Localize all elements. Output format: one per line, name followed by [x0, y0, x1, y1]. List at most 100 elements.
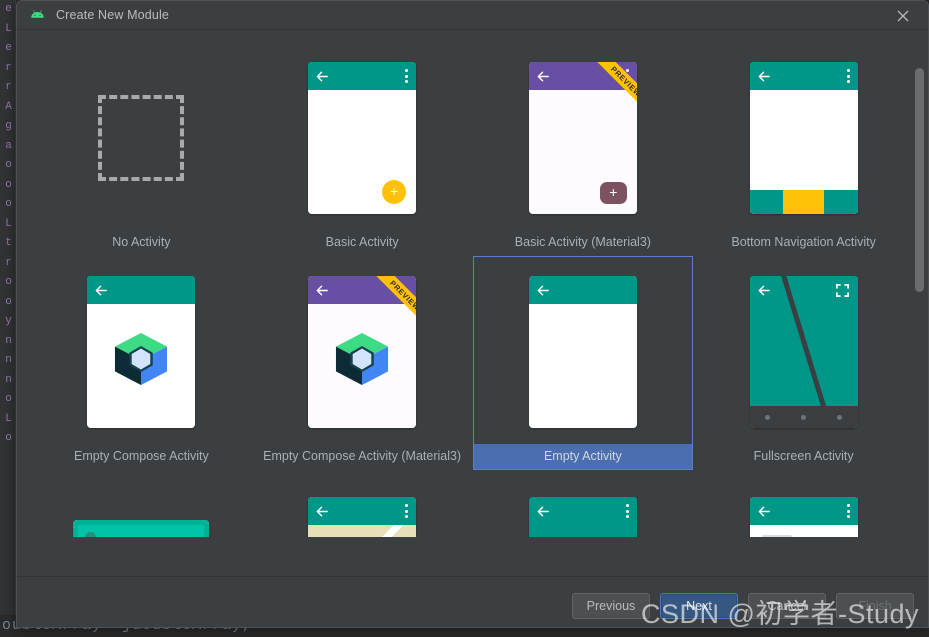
phone-mock	[749, 62, 858, 214]
template-item-navigation-drawer-activity[interactable]: +	[473, 470, 694, 537]
template-label: Empty Compose Activity (Material3)	[263, 449, 462, 463]
close-button[interactable]	[886, 1, 920, 30]
thumbnail-navigation-drawer-activity: +	[474, 474, 693, 537]
app-bar	[308, 276, 417, 304]
thumbnail-empty-activity	[474, 260, 693, 444]
map-surface	[308, 511, 417, 537]
back-arrow-icon	[537, 285, 549, 295]
app-bar	[87, 276, 196, 304]
floating-action-button: +	[599, 182, 627, 204]
android-robot-icon	[31, 9, 44, 18]
template-grid[interactable]: No Activity + Basic Activity PREVIEW + B…	[17, 30, 928, 537]
template-label: Fullscreen Activity	[753, 449, 854, 463]
overflow-menu-icon	[846, 504, 850, 521]
scrollbar-thumb[interactable]	[915, 68, 924, 292]
phone-mock	[87, 276, 196, 428]
thumbnail-google-maps-activity	[253, 474, 472, 537]
template-item-fullscreen-activity[interactable]: Fullscreen Activity	[693, 256, 914, 470]
previous-button[interactable]: Previous	[572, 593, 650, 619]
cancel-button[interactable]: Cancel	[748, 593, 826, 619]
phone-body	[528, 304, 637, 428]
overflow-menu-icon	[846, 69, 850, 86]
template-label: Basic Activity	[325, 235, 399, 249]
thumbnail-basic-activity: +	[253, 46, 472, 230]
back-arrow-icon	[758, 506, 770, 516]
thumbnail-no-activity	[32, 46, 251, 230]
phone-mock	[308, 497, 417, 537]
template-item-bottom-navigation-activity[interactable]: Bottom Navigation Activity	[693, 42, 914, 256]
back-arrow-icon	[316, 506, 329, 516]
overflow-menu-icon	[405, 69, 409, 86]
game-inner	[78, 525, 205, 537]
next-button-label: Next	[686, 599, 712, 613]
phone-mock-landscape	[73, 520, 210, 537]
thumbnail-bottom-navigation-activity	[694, 46, 913, 230]
app-bar	[308, 62, 417, 90]
back-arrow-icon	[758, 71, 770, 81]
thumbnail-empty-compose-activity	[32, 260, 251, 444]
editor-background-text: e L e r r A g a o o o L t r o o y n n n …	[5, 3, 12, 444]
back-arrow-icon	[537, 506, 549, 516]
template-item-empty-activity[interactable]: Empty Activity	[472, 256, 694, 470]
bottom-navigation-bar	[749, 190, 858, 214]
phone-mock	[749, 497, 858, 537]
previous-button-label: Previous	[586, 599, 636, 613]
back-arrow-icon	[758, 285, 770, 296]
template-item-basic-activity[interactable]: + Basic Activity	[252, 42, 473, 256]
overflow-menu-icon	[405, 504, 409, 521]
back-arrow-icon	[96, 285, 108, 295]
thumbnail-basic-activity-material3: PREVIEW +	[474, 46, 693, 230]
template-item-primary-detail-flow[interactable]	[693, 470, 914, 537]
thumbnail-primary-detail-flow	[694, 474, 913, 537]
back-arrow-icon	[537, 71, 549, 81]
app-bar	[308, 497, 417, 525]
phone-mock	[528, 276, 637, 428]
thumbnail-fullscreen-activity	[694, 260, 913, 444]
finish-button-label: Finish	[858, 599, 892, 613]
template-item-game-activity[interactable]	[31, 470, 252, 537]
floating-action-button: +	[382, 180, 407, 204]
bottom-dots-bar	[749, 406, 858, 428]
template-label: Bottom Navigation Activity	[731, 235, 876, 249]
phone-mock	[749, 276, 858, 428]
template-label: Empty Compose Activity	[73, 449, 209, 463]
template-grid-scrollbar[interactable]	[915, 38, 924, 536]
template-label-selected: Empty Activity	[473, 444, 693, 469]
create-new-module-dialog: Create New Module No Activity + Basic Ac…	[16, 0, 929, 628]
app-bar	[749, 497, 858, 525]
jetpack-compose-logo-icon	[115, 332, 168, 386]
template-item-empty-compose-activity-material3[interactable]: PREVIEW Empty Compose Activity (Material…	[252, 256, 473, 470]
next-button[interactable]: Next	[660, 593, 738, 619]
template-label: Basic Activity (Material3)	[514, 235, 651, 249]
back-arrow-icon	[316, 285, 329, 295]
phone-mock: +	[528, 497, 637, 537]
app-bar	[528, 497, 637, 525]
template-label: No Activity	[112, 235, 171, 249]
thumbnail-empty-compose-activity-material3: PREVIEW	[253, 260, 472, 444]
app-bar	[528, 276, 637, 304]
overflow-menu-icon	[625, 504, 629, 521]
dialog-button-bar: Previous Next Cancel Finish	[572, 593, 914, 619]
fullscreen-expand-icon	[835, 284, 849, 297]
cancel-button-label: Cancel	[767, 599, 807, 613]
phone-mock: PREVIEW +	[528, 62, 637, 214]
app-bar	[528, 62, 637, 90]
dialog-content: No Activity + Basic Activity PREVIEW + B…	[17, 30, 928, 627]
phone-mock: +	[308, 62, 417, 214]
jetpack-compose-logo-icon	[336, 332, 389, 386]
template-item-empty-compose-activity[interactable]: Empty Compose Activity	[31, 256, 252, 470]
dialog-title-bar: Create New Module	[17, 1, 928, 30]
close-icon	[897, 10, 909, 21]
template-item-no-activity[interactable]: No Activity	[31, 42, 252, 256]
app-bar	[749, 62, 858, 90]
overflow-menu-icon	[625, 69, 629, 86]
dialog-title: Create New Module	[56, 8, 170, 22]
back-arrow-icon	[316, 71, 329, 81]
template-item-google-maps-activity[interactable]	[252, 470, 473, 537]
finish-button: Finish	[836, 593, 914, 619]
dashed-square-icon	[98, 95, 185, 181]
template-item-basic-activity-material3[interactable]: PREVIEW + Basic Activity (Material3)	[473, 42, 694, 256]
thumbnail-game-activity	[32, 474, 251, 537]
phone-mock: PREVIEW	[308, 276, 417, 428]
footer-divider	[17, 576, 928, 577]
